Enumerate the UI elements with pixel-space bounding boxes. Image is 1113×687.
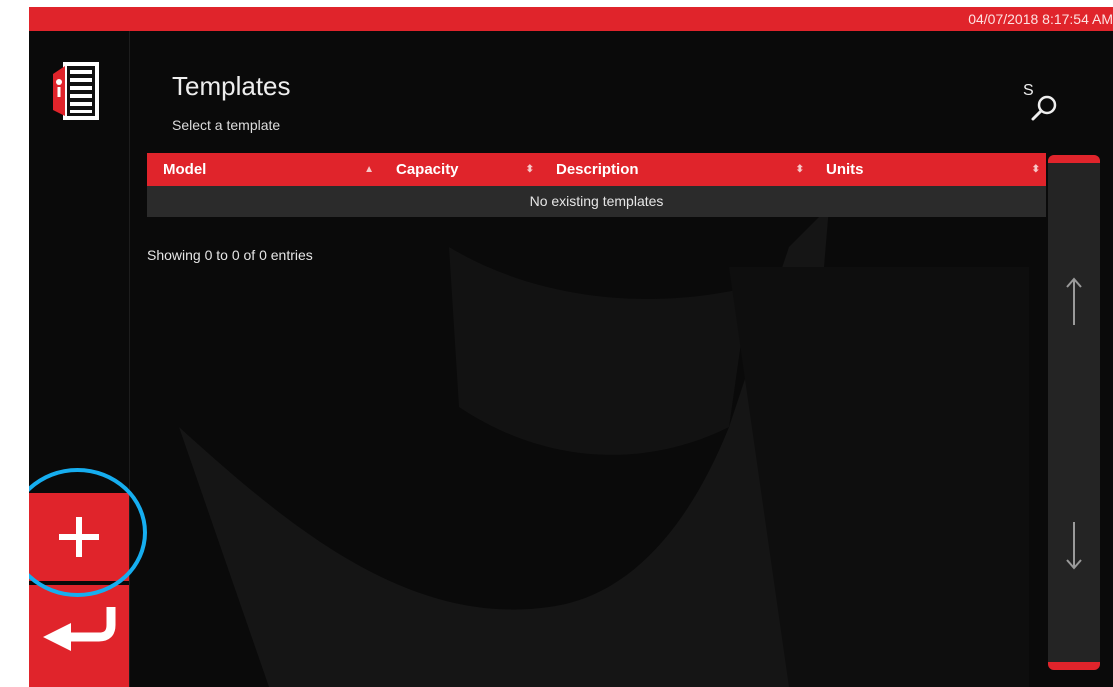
arrow-down-icon	[1066, 522, 1082, 570]
column-header-units[interactable]: Units ⬍	[810, 153, 1046, 186]
table-entries-info: Showing 0 to 0 of 0 entries	[147, 247, 313, 263]
plus-icon	[59, 517, 99, 557]
sidebar-divider	[129, 31, 130, 687]
scrollbar-top-cap	[1048, 155, 1100, 163]
sort-icon: ⬍	[525, 164, 534, 175]
background-texture	[179, 207, 1029, 687]
status-bar: 04/07/2018 8:17:54 AM	[29, 7, 1113, 31]
arrow-up-icon	[1066, 277, 1082, 325]
templates-table: Model ▲ Capacity ⬍ Description ⬍ Units ⬍…	[147, 153, 1046, 217]
column-header-model[interactable]: Model ▲	[147, 153, 380, 186]
column-label: Capacity	[396, 161, 459, 178]
add-template-button[interactable]	[29, 493, 129, 581]
search-icon	[1031, 95, 1057, 121]
page-title: Templates	[172, 71, 291, 101]
column-header-description[interactable]: Description ⬍	[540, 153, 810, 186]
sort-ascending-icon: ▲	[364, 164, 374, 175]
back-button[interactable]	[29, 585, 129, 687]
scroll-down-button[interactable]	[1064, 520, 1084, 572]
datetime-display: 04/07/2018 8:17:54 AM	[968, 11, 1113, 27]
sort-icon: ⬍	[1031, 164, 1040, 175]
scroll-up-button[interactable]	[1064, 275, 1084, 327]
column-label: Units	[826, 161, 864, 178]
column-label: Model	[163, 161, 207, 178]
scrollbar-bottom-cap	[1048, 662, 1100, 670]
empty-table-message: No existing templates	[147, 186, 1046, 217]
scrollbar[interactable]	[1048, 155, 1100, 670]
template-document-icon	[53, 62, 99, 120]
search-button[interactable]: S	[1020, 78, 1066, 130]
table-header: Model ▲ Capacity ⬍ Description ⬍ Units ⬍	[147, 153, 1046, 186]
page-subtitle: Select a template	[172, 117, 281, 133]
return-arrow-icon	[43, 607, 116, 651]
column-label: Description	[556, 161, 639, 178]
sort-icon: ⬍	[795, 164, 804, 175]
app-frame: 04/07/2018 8:17:54 AM Templates Select a…	[29, 7, 1113, 687]
column-header-capacity[interactable]: Capacity ⬍	[380, 153, 540, 186]
